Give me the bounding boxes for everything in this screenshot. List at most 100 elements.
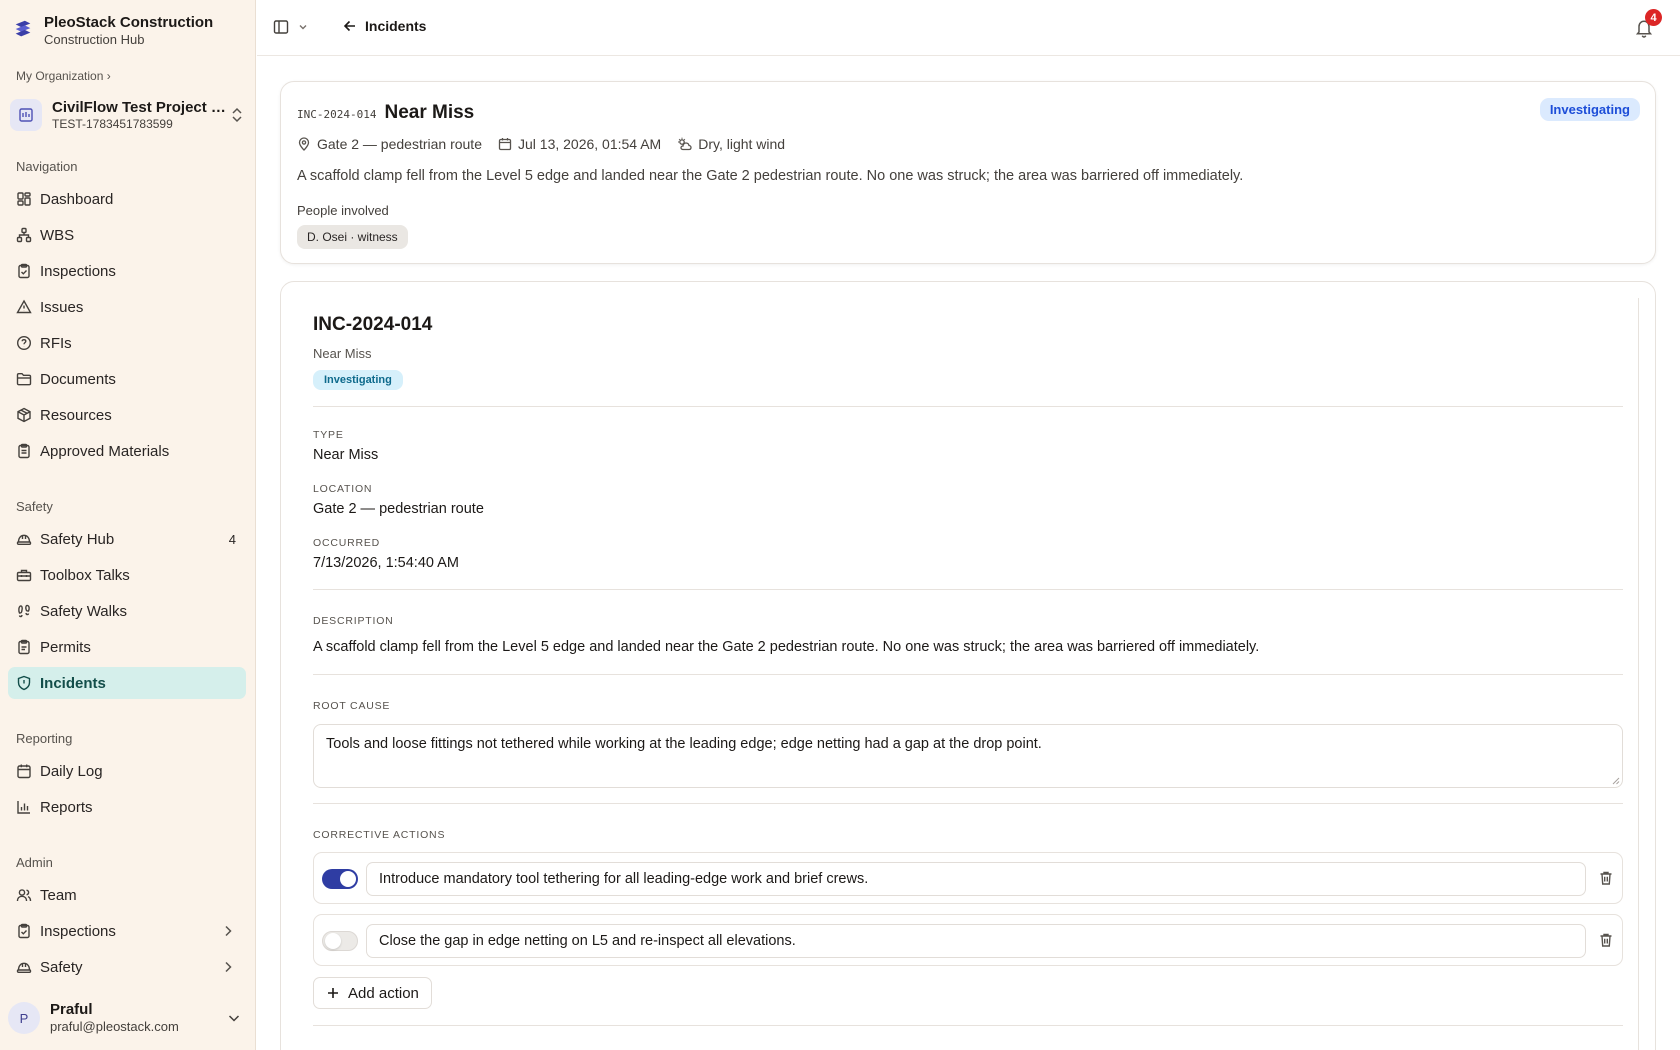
nav-item-daily-log[interactable]: Daily Log [8,755,246,787]
nav-item-dashboard[interactable]: Dashboard [8,183,246,215]
incident-datetime: Jul 13, 2026, 01:54 AM [498,136,661,152]
nav-item-safety-hub[interactable]: Safety Hub 4 [8,523,246,555]
help-circle-icon [16,335,32,351]
person-chip: D. Osei · witness [297,225,408,249]
chevron-down-icon [299,25,307,30]
user-menu[interactable]: P Praful praful@pleostack.com [8,996,248,1040]
detail-incident-id: INC-2024-014 [313,314,433,335]
organization-breadcrumb[interactable]: My Organization › [16,69,111,83]
root-cause-text: Tools and loose fittings not tethered wh… [326,736,1042,752]
folder-icon [16,373,32,386]
toggle-knob [340,871,356,887]
calendar-icon [498,138,512,151]
brand-subtitle: Construction Hub [44,32,145,47]
nav-item-admin-safety[interactable]: Safety [8,951,246,983]
back-to-incidents-link[interactable]: Incidents [343,18,426,34]
users-icon [16,889,32,902]
brand[interactable]: PleoStack Construction Construction Hub [12,14,213,48]
nav-item-toolbox-talks[interactable]: Toolbox Talks [8,559,246,591]
incident-summary-card: INC-2024-014 Near Miss Investigating Gat… [280,81,1656,264]
project-code: TEST-1783451783599 [52,117,173,131]
nav-item-admin-inspections[interactable]: Inspections [8,915,246,947]
bar-chart-icon [17,801,30,814]
panel-divider [1638,298,1639,1050]
sidebar-toggle-button[interactable] [273,19,309,35]
action-text: Introduce mandatory tool tethering for a… [379,871,869,887]
description-value: A scaffold clamp fell from the Level 5 e… [313,639,1260,655]
incident-weather: Dry, light wind [677,136,785,152]
corrective-actions-label: Corrective actions [313,829,446,841]
chevron-right-icon [225,925,232,937]
description-label: Description [313,615,394,627]
incident-title: Near Miss [384,102,475,123]
add-action-label: Add action [348,984,419,1002]
occurred-value: 7/13/2026, 1:54:40 AM [313,555,459,571]
nav-item-safety-walks[interactable]: Safety Walks [8,595,246,627]
nav-item-permits[interactable]: Permits [8,631,246,663]
clipboard-check-icon [18,923,30,939]
toolbox-icon [16,569,32,582]
action-text-input[interactable]: Close the gap in edge netting on L5 and … [366,924,1586,958]
nav-item-label: Permits [40,638,91,656]
map-pin-icon [298,137,310,151]
nav-item-label: Safety [40,958,83,976]
trash-icon[interactable] [1598,932,1614,948]
user-email: praful@pleostack.com [50,1019,179,1034]
nav-item-rfis[interactable]: RFIs [8,327,246,359]
project-switcher[interactable]: CivilFlow Test Project (U... TEST-178345… [8,94,248,136]
nav-item-documents[interactable]: Documents [8,363,246,395]
calendar-icon [17,764,31,779]
action-text-input[interactable]: Introduce mandatory tool tethering for a… [366,862,1586,896]
action-done-toggle[interactable] [322,931,358,951]
nav-item-label: Resources [40,406,112,424]
incident-description: A scaffold clamp fell from the Level 5 e… [297,168,1244,184]
arrow-left-icon [343,20,355,32]
section-label-safety: Safety [16,499,53,514]
resize-handle-icon[interactable] [1611,776,1620,785]
location-value: Gate 2 — pedestrian route [313,501,484,517]
chevron-down-icon [228,1015,240,1022]
nav-item-incidents[interactable]: Incidents [8,667,246,699]
nav-item-approved-materials[interactable]: Approved Materials [8,435,246,467]
nav-item-label: Safety Walks [40,602,127,620]
notifications-button[interactable]: 4 [1634,9,1662,39]
location-text: Gate 2 — pedestrian route [317,136,482,152]
brand-title: PleoStack Construction [44,14,214,31]
nav-item-inspections[interactable]: Inspections [8,255,246,287]
panel-left-icon [273,20,289,34]
nav-item-resources[interactable]: Resources [8,399,246,431]
corrective-action-row: Introduce mandatory tool tethering for a… [313,852,1623,904]
section-label-reporting: Reporting [16,731,73,746]
nav-item-reports[interactable]: Reports [8,791,246,823]
nav-item-label: WBS [40,226,75,244]
trash-icon[interactable] [1598,870,1614,886]
action-done-toggle[interactable] [322,869,358,889]
divider [313,674,1623,675]
top-bar: Incidents 4 [257,0,1680,56]
hard-hat-icon [16,534,32,545]
type-label: Type [313,429,344,441]
wbs-icon [16,227,32,243]
cloud-sun-icon [678,137,692,151]
footprints-icon [18,604,30,618]
nav-item-wbs[interactable]: WBS [8,219,246,251]
section-label-navigation: Navigation [16,159,78,174]
incident-detail-panel: INC-2024-014 Near Miss Investigating Typ… [280,281,1656,1050]
nav-item-issues[interactable]: Issues [8,291,246,323]
root-cause-textarea[interactable]: Tools and loose fittings not tethered wh… [313,724,1623,788]
nav-item-label: Issues [40,298,84,316]
project-name: CivilFlow Test Project (U... [52,99,228,116]
nav-item-team[interactable]: Team [8,879,246,911]
nav-item-label: Inspections [40,922,116,940]
clipboard-icon [18,639,30,655]
nav-item-label: Team [40,886,77,904]
safety-hub-count-badge: 4 [228,531,236,547]
add-action-button[interactable]: Add action [313,977,432,1009]
back-label: Incidents [365,18,427,34]
corrective-action-row: Close the gap in edge netting on L5 and … [313,914,1623,966]
notification-count-badge: 4 [1645,9,1662,26]
nav-item-label: Incidents [40,674,106,692]
nav-item-label: Safety Hub [40,530,115,548]
incident-id: INC-2024-014 [297,108,377,121]
people-involved-label: People involved [297,203,389,218]
